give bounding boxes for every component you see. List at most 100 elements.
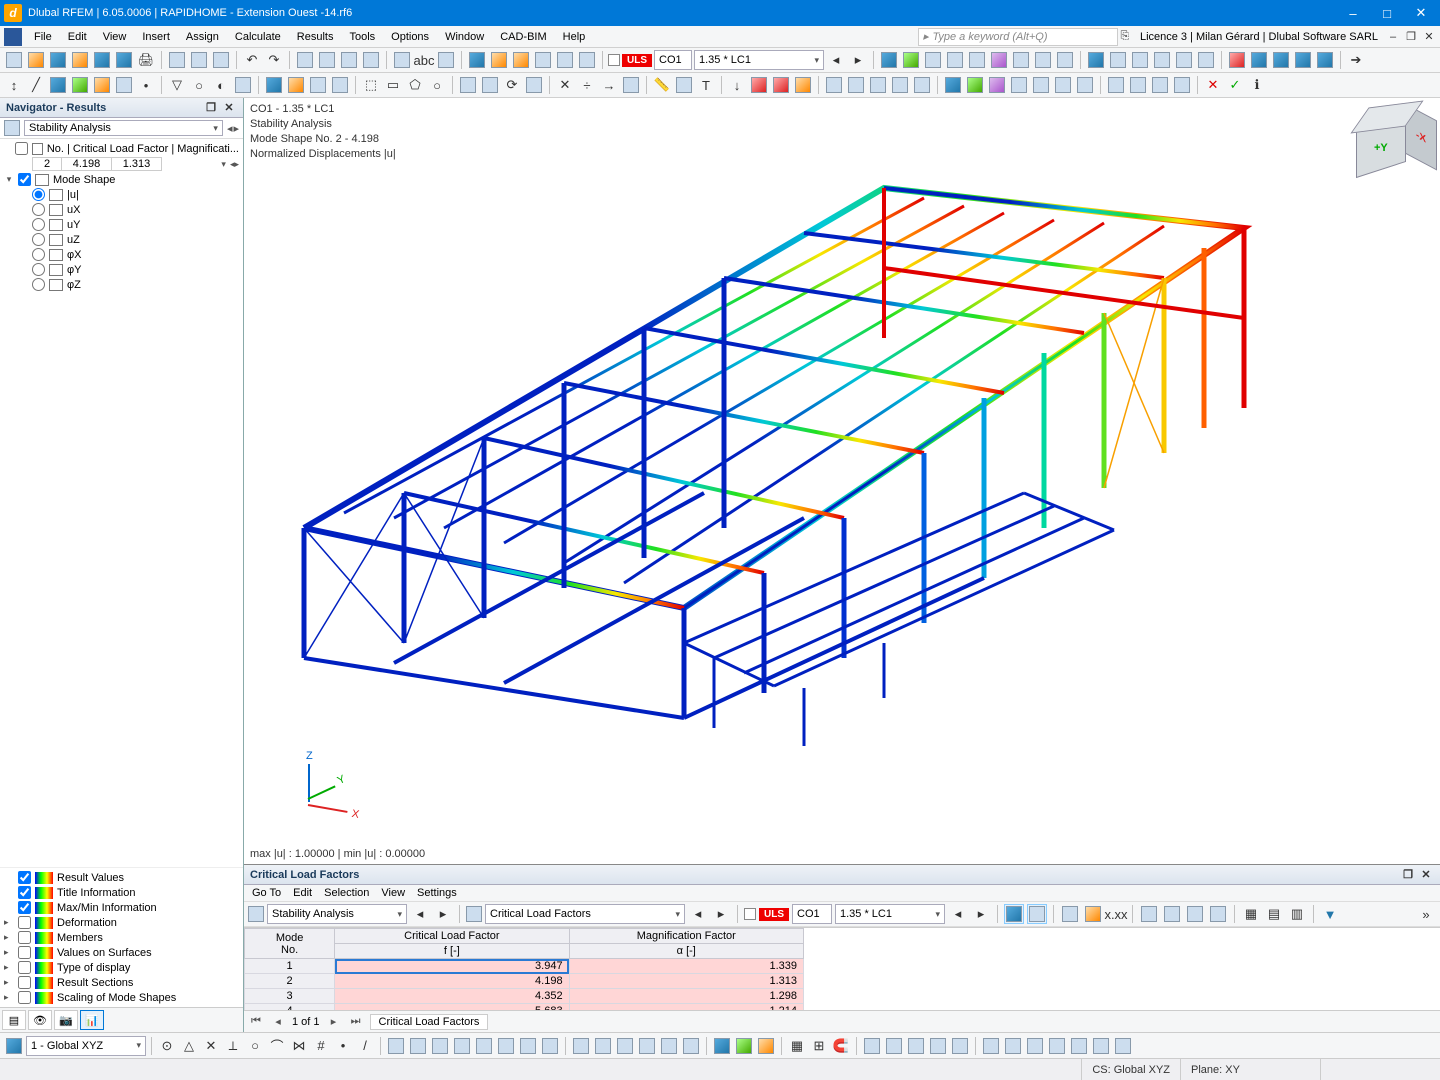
res-combo-table[interactable]: Critical Load Factors▾ bbox=[485, 904, 685, 924]
pager-next-icon[interactable]: ▸ bbox=[326, 1015, 342, 1028]
display-option-title-information[interactable]: Title Information bbox=[4, 885, 239, 900]
release-icon[interactable] bbox=[233, 75, 253, 95]
tree-mode-shape[interactable]: ▾ Mode Shape bbox=[4, 172, 239, 187]
option-check[interactable] bbox=[18, 961, 31, 974]
material-icon[interactable] bbox=[286, 75, 306, 95]
select-icon[interactable]: ⬚ bbox=[361, 75, 381, 95]
find-icon[interactable] bbox=[1227, 50, 1247, 70]
menu-file[interactable]: File bbox=[26, 29, 60, 45]
surface-icon[interactable] bbox=[70, 75, 90, 95]
pager-last-icon[interactable]: ⏭ bbox=[348, 1015, 364, 1028]
arrow-right-icon[interactable]: ➔ bbox=[1346, 50, 1366, 70]
snap-on-icon[interactable]: 🧲 bbox=[831, 1036, 851, 1056]
display-option-result-sections[interactable]: ▸ Result Sections bbox=[4, 975, 239, 990]
ucs-icon[interactable] bbox=[4, 1036, 24, 1056]
member-force-icon[interactable] bbox=[945, 50, 965, 70]
mode-shape-φZ[interactable]: φZ bbox=[4, 277, 239, 292]
rotate-icon[interactable]: ⟳ bbox=[502, 75, 522, 95]
surface-force-icon[interactable] bbox=[967, 50, 987, 70]
misc-1-icon[interactable] bbox=[981, 1036, 1001, 1056]
res-next1-icon[interactable]: ▸ bbox=[433, 904, 453, 924]
plane-xy-icon[interactable] bbox=[712, 1036, 732, 1056]
display-option-max-min-information[interactable]: Max/Min Information bbox=[4, 900, 239, 915]
combo-co[interactable]: CO1 bbox=[654, 50, 692, 70]
misc-3-icon[interactable] bbox=[1025, 1036, 1045, 1056]
show-all-icon[interactable] bbox=[1150, 75, 1170, 95]
results-selection[interactable]: Selection bbox=[324, 887, 369, 899]
member-icon[interactable] bbox=[48, 75, 68, 95]
text-icon[interactable]: T bbox=[696, 75, 716, 95]
mode-shape-radio[interactable] bbox=[32, 203, 45, 216]
res-sel1-icon[interactable] bbox=[1004, 904, 1024, 924]
nav-tab-results[interactable]: 📊 bbox=[80, 1010, 104, 1030]
res-edit1-icon[interactable] bbox=[1060, 904, 1080, 924]
option-check[interactable] bbox=[18, 946, 31, 959]
res-filter-icon[interactable]: ▼ bbox=[1320, 904, 1340, 924]
snap-near-icon[interactable]: ⋈ bbox=[289, 1036, 309, 1056]
res-prev1-icon[interactable]: ◂ bbox=[410, 904, 430, 924]
numbering-icon[interactable] bbox=[392, 50, 412, 70]
support-icon[interactable]: ▽ bbox=[167, 75, 187, 95]
grid-icon[interactable] bbox=[295, 50, 315, 70]
option-check[interactable] bbox=[18, 991, 31, 1004]
mode-shape-uX[interactable]: uX bbox=[4, 202, 239, 217]
gen-3-icon[interactable] bbox=[868, 75, 888, 95]
hinge2-icon[interactable]: ◐ bbox=[211, 75, 231, 95]
snap2-1-icon[interactable] bbox=[386, 1036, 406, 1056]
chevron-right-icon[interactable]: ▸ bbox=[4, 992, 14, 1003]
view-cube[interactable]: -X +Y bbox=[1352, 106, 1432, 186]
box-1-icon[interactable] bbox=[1249, 50, 1269, 70]
keyword-search[interactable]: ▸ Type a keyword (Alt+Q) bbox=[918, 28, 1118, 46]
menu-results[interactable]: Results bbox=[289, 29, 342, 45]
pager-first-icon[interactable]: ⏮ bbox=[248, 1015, 264, 1028]
table-row[interactable]: 34.3521.298 bbox=[245, 989, 804, 1004]
undo-icon[interactable]: ↶ bbox=[242, 50, 262, 70]
redo-icon[interactable]: ↷ bbox=[264, 50, 284, 70]
res-combo-analysis[interactable]: Stability Analysis▾ bbox=[267, 904, 407, 924]
dimensions-icon[interactable] bbox=[436, 50, 456, 70]
mode-shape-radio[interactable] bbox=[32, 188, 45, 201]
results-close-icon[interactable]: ✕ bbox=[1418, 868, 1434, 881]
result-table-icon[interactable] bbox=[1011, 50, 1031, 70]
new-file-icon[interactable] bbox=[4, 50, 24, 70]
hinge-icon[interactable]: ○ bbox=[189, 75, 209, 95]
snap2-6-icon[interactable] bbox=[496, 1036, 516, 1056]
calc-all-icon[interactable] bbox=[511, 50, 531, 70]
res-prev3-icon[interactable]: ◂ bbox=[948, 904, 968, 924]
res-view3-icon[interactable] bbox=[1185, 904, 1205, 924]
calc-icon[interactable] bbox=[489, 50, 509, 70]
load-temp-icon[interactable] bbox=[793, 75, 813, 95]
results-view[interactable]: View bbox=[381, 887, 405, 899]
nav-tab-display[interactable]: 👁 bbox=[28, 1010, 52, 1030]
table-row[interactable]: 24.1981.313 bbox=[245, 974, 804, 989]
res-edit3-icon[interactable]: x.xx bbox=[1106, 904, 1126, 924]
sub-close-icon[interactable]: ✕ bbox=[1422, 30, 1436, 44]
design-5-icon[interactable] bbox=[1174, 50, 1194, 70]
meas-icon[interactable]: 📏 bbox=[652, 75, 672, 95]
menu-window[interactable]: Window bbox=[437, 29, 492, 45]
option-check[interactable] bbox=[18, 931, 31, 944]
snap-mid-icon[interactable]: △ bbox=[179, 1036, 199, 1056]
misc-5-icon[interactable] bbox=[1069, 1036, 1089, 1056]
mode-shape-radio[interactable] bbox=[32, 278, 45, 291]
snap2-4-icon[interactable] bbox=[452, 1036, 472, 1056]
mode-shape-radio[interactable] bbox=[32, 233, 45, 246]
plane-xz-icon[interactable] bbox=[756, 1036, 776, 1056]
mode-shape-radio[interactable] bbox=[32, 218, 45, 231]
render-trans-icon[interactable] bbox=[361, 50, 381, 70]
guide-4-icon[interactable] bbox=[928, 1036, 948, 1056]
nav-prev-icon[interactable]: ◂ bbox=[227, 122, 233, 135]
snap2-8-icon[interactable] bbox=[540, 1036, 560, 1056]
vis-3-icon[interactable] bbox=[987, 75, 1007, 95]
open-file-icon[interactable] bbox=[26, 50, 46, 70]
menu-help[interactable]: Help bbox=[555, 29, 594, 45]
section-icon[interactable] bbox=[264, 75, 284, 95]
res-edit2-icon[interactable] bbox=[1083, 904, 1103, 924]
snap-tan-icon[interactable]: ⌒ bbox=[267, 1036, 287, 1056]
mesh-icon[interactable] bbox=[555, 50, 575, 70]
extend-icon[interactable]: → bbox=[599, 75, 619, 95]
filter-icon[interactable] bbox=[1172, 75, 1192, 95]
menu-insert[interactable]: Insert bbox=[134, 29, 178, 45]
option-check[interactable] bbox=[18, 976, 31, 989]
minimize-button[interactable]: – bbox=[1336, 0, 1370, 26]
